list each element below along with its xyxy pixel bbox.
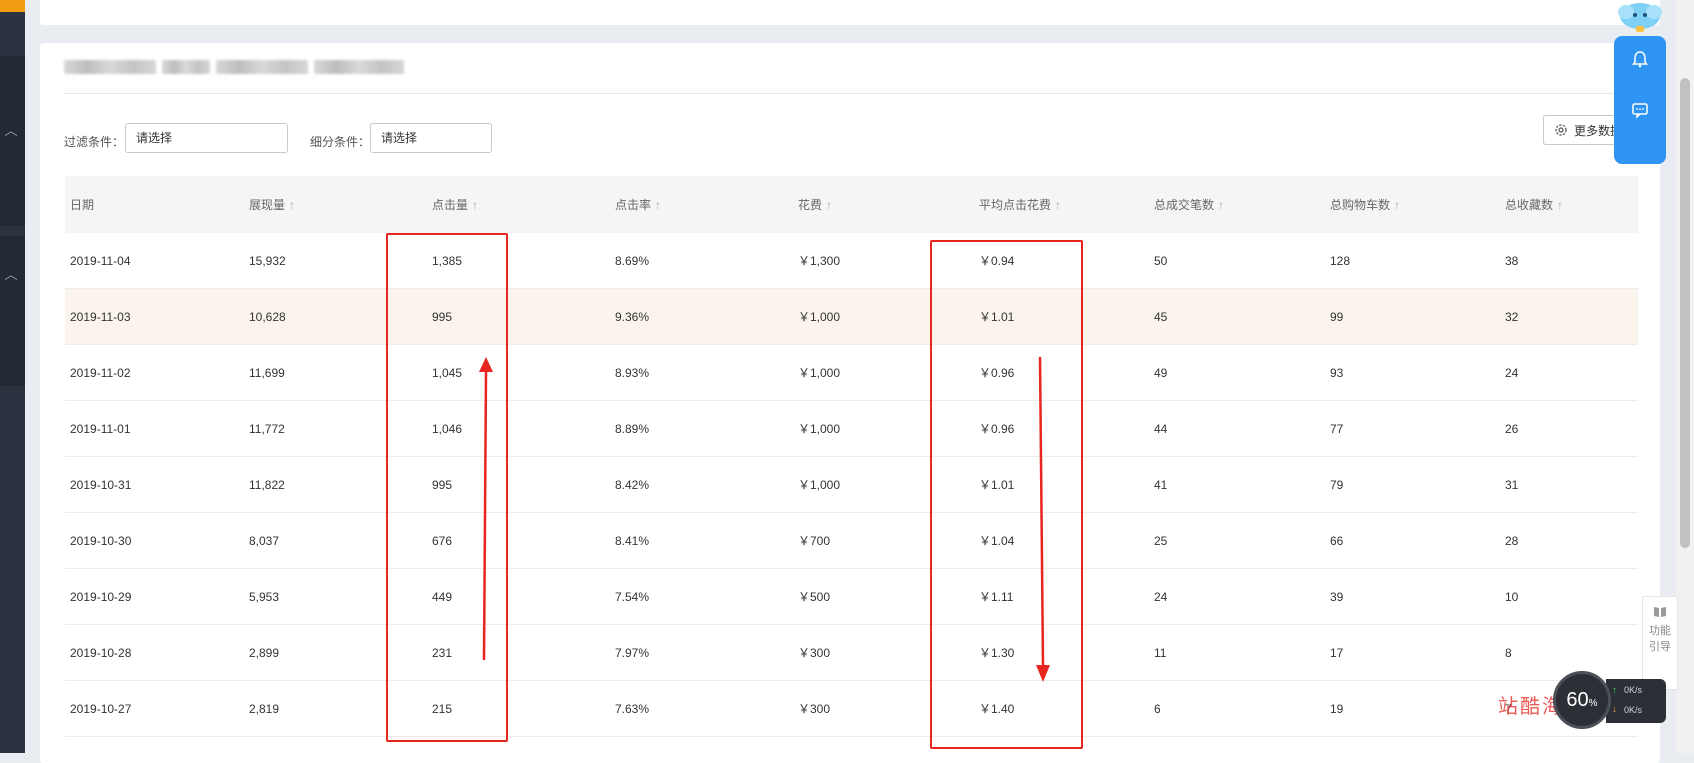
down-arrow-head <box>1036 665 1050 682</box>
download-speed: 0K/s <box>1624 705 1643 715</box>
scrollbar-thumb[interactable] <box>1680 78 1690 548</box>
gauge-percent: 60 <box>1566 689 1589 711</box>
chat-icon[interactable] <box>1630 100 1650 120</box>
guide-label-1: 功能 <box>1649 625 1671 637</box>
guide-label-2: 引导 <box>1649 641 1671 653</box>
mascot-icon[interactable] <box>1616 0 1664 34</box>
bell-icon[interactable] <box>1630 49 1650 69</box>
up-arrow-shaft <box>482 371 488 661</box>
up-arrow-head <box>479 357 493 372</box>
page-scrollbar[interactable] <box>1676 0 1694 753</box>
download-arrow-icon: ↓ <box>1612 704 1617 715</box>
feature-guide-button[interactable]: 功能 引导 <box>1642 596 1678 690</box>
network-speed-widget: 0K/s 0K/s ↑ ↓ <box>1606 679 1666 723</box>
upload-arrow-icon: ↑ <box>1612 685 1617 696</box>
upload-speed: 0K/s <box>1624 685 1643 695</box>
down-arrow-shaft <box>1038 356 1045 666</box>
performance-gauge[interactable]: 60% <box>1553 671 1611 729</box>
book-icon <box>1654 607 1666 617</box>
floating-toolbar <box>1614 36 1666 164</box>
gauge-percent-sign: % <box>1588 698 1598 709</box>
annotation-arrows <box>479 356 1050 682</box>
